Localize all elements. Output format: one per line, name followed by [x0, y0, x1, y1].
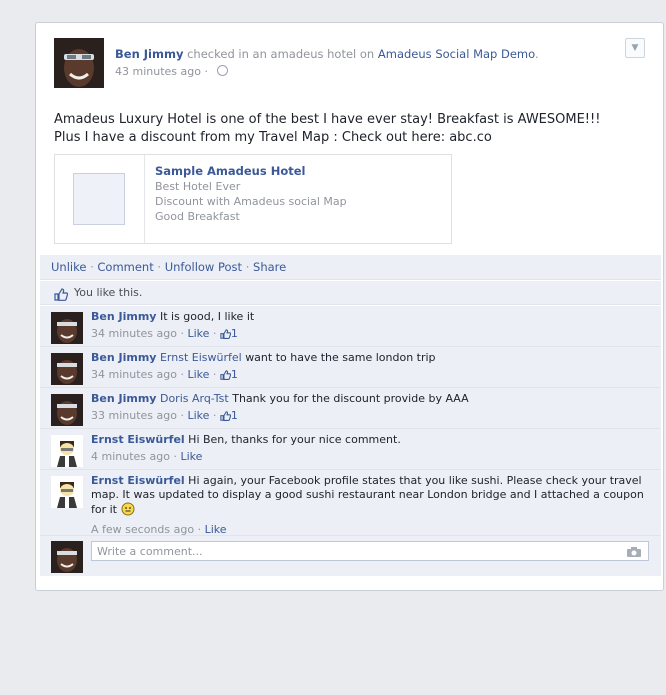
comment-like-link[interactable]: Like: [205, 523, 227, 536]
like-count: 1: [230, 409, 238, 422]
comment-body: Ben Jimmy It is good, I like it 34 minut…: [91, 310, 649, 343]
attachment-line: Good Breakfast: [155, 210, 240, 223]
avatar[interactable]: [54, 38, 104, 88]
camera-icon[interactable]: [626, 546, 642, 561]
post-status-text: Amadeus Luxury Hotel is one of the best …: [54, 111, 644, 147]
comment-item: Ben Jimmy Doris Arq-Tst Thank you for th…: [40, 388, 661, 429]
attachment-line: Discount with Amadeus social Map: [155, 195, 347, 208]
attachment-title[interactable]: Sample Amadeus Hotel: [155, 164, 305, 178]
comment-author-link[interactable]: Ben Jimmy: [91, 310, 156, 323]
likes-summary: You like this.: [40, 281, 661, 305]
unfollow-post-link[interactable]: Unfollow Post: [165, 260, 242, 274]
action-separator: ·: [245, 260, 250, 274]
avatar[interactable]: [51, 435, 83, 467]
comment-timestamp[interactable]: A few seconds ago: [91, 523, 194, 536]
attachment-thumbnail[interactable]: [73, 173, 125, 225]
comment-input[interactable]: Write a comment...: [91, 541, 649, 561]
tagged-user-link[interactable]: Ernst Eiswürfel: [160, 351, 242, 364]
comment-author-link[interactable]: Ben Jimmy: [91, 392, 156, 405]
thumbs-up-icon: [220, 411, 232, 425]
comment-text: Thank you for the discount provide by AA…: [232, 392, 469, 405]
comment-like-link[interactable]: Like: [187, 327, 209, 340]
comment-timestamp[interactable]: 34 minutes ago: [91, 368, 177, 381]
chevron-down-icon[interactable]: ▼: [625, 38, 645, 58]
avatar[interactable]: [51, 353, 83, 385]
post-actions: Unlike · Comment · Unfollow Post · Share: [40, 255, 661, 280]
avatar: [51, 541, 83, 573]
unlike-link[interactable]: Unlike: [51, 260, 86, 274]
comment-item: Ben Jimmy Ernst Eiswürfel want to have t…: [40, 347, 661, 388]
comment-meta: 4 minutes ago · Like: [91, 450, 203, 463]
comment-item: Ben Jimmy It is good, I like it 34 minut…: [40, 306, 661, 347]
comment-meta: 34 minutes ago · Like · 1: [91, 327, 649, 343]
comment-link[interactable]: Comment: [97, 260, 153, 274]
comment-author-link[interactable]: Ernst Eiswürfel: [91, 433, 185, 446]
smiley-icon: [121, 502, 135, 520]
tagged-user-link[interactable]: Doris Arq-Tst: [160, 392, 229, 405]
comment-meta: 34 minutes ago · Like · 1: [91, 368, 649, 384]
comment-input-placeholder: Write a comment...: [97, 545, 203, 558]
avatar[interactable]: [51, 394, 83, 426]
link-attachment[interactable]: Sample Amadeus Hotel Best Hotel Ever Dis…: [54, 154, 452, 244]
comment-body: Ben Jimmy Ernst Eiswürfel want to have t…: [91, 351, 649, 384]
comment-meta: A few seconds ago · Like: [91, 523, 227, 536]
comment-text: want to have the same london trip: [245, 351, 436, 364]
comment-timestamp[interactable]: 34 minutes ago: [91, 327, 177, 340]
likes-text: You like this.: [74, 286, 143, 299]
comment-like-count[interactable]: 1: [220, 327, 238, 340]
action-separator: ·: [90, 260, 94, 274]
post-card: ▼ Ben Jimmy checked in an amadeus hotel …: [35, 22, 664, 591]
comment-like-link[interactable]: Like: [187, 409, 209, 422]
post-action-text: checked in an amadeus hotel on: [187, 47, 375, 61]
comment-meta: 33 minutes ago · Like · 1: [91, 409, 649, 425]
avatar[interactable]: [51, 312, 83, 344]
meta-separator: ·: [204, 65, 208, 78]
globe-icon[interactable]: [217, 65, 229, 76]
post-timestamp[interactable]: 43 minutes ago: [115, 65, 201, 78]
comment-text: It is good, I like it: [159, 310, 255, 323]
comment-item: Ernst Eiswürfel Hi again, your Facebook …: [40, 470, 661, 536]
post-author-link[interactable]: Ben Jimmy: [115, 47, 183, 61]
thumbs-up-icon: [220, 329, 232, 343]
app-link[interactable]: Amadeus Social Map Demo: [378, 47, 535, 61]
like-count: 1: [230, 368, 238, 381]
comment-like-count[interactable]: 1: [220, 409, 238, 422]
avatar[interactable]: [51, 476, 83, 508]
attachment-line: Best Hotel Ever: [155, 180, 241, 193]
comment-author-link[interactable]: Ernst Eiswürfel: [91, 474, 185, 487]
comment-composer: Write a comment...: [40, 536, 661, 576]
post-headline: Ben Jimmy checked in an amadeus hotel on…: [115, 47, 539, 61]
comment-timestamp[interactable]: 4 minutes ago: [91, 450, 170, 463]
comment-timestamp[interactable]: 33 minutes ago: [91, 409, 177, 422]
thumbs-up-icon: [220, 370, 232, 384]
share-link[interactable]: Share: [253, 260, 286, 274]
status-line: Amadeus Luxury Hotel is one of the best …: [54, 112, 601, 127]
post-meta: 43 minutes ago ·: [115, 65, 229, 78]
status-line: Plus I have a discount from my Travel Ma…: [54, 130, 492, 145]
comment-author-link[interactable]: Ben Jimmy: [91, 351, 156, 364]
comment-item: Ernst Eiswürfel Hi Ben, thanks for your …: [40, 429, 661, 470]
comment-text: Hi Ben, thanks for your nice comment.: [188, 433, 401, 446]
action-separator: ·: [157, 260, 162, 274]
comment-body: Ernst Eiswürfel Hi again, your Facebook …: [91, 474, 649, 537]
like-count: 1: [230, 327, 238, 340]
post-header: Ben Jimmy checked in an amadeus hotel on…: [54, 38, 623, 90]
attachment-thumbnail-area: [55, 155, 145, 243]
comment-like-link[interactable]: Like: [180, 450, 202, 463]
comment-like-link[interactable]: Like: [187, 368, 209, 381]
comment-body: Ernst Eiswürfel Hi Ben, thanks for your …: [91, 433, 649, 464]
comment-body: Ben Jimmy Doris Arq-Tst Thank you for th…: [91, 392, 649, 425]
comment-like-count[interactable]: 1: [220, 368, 238, 381]
